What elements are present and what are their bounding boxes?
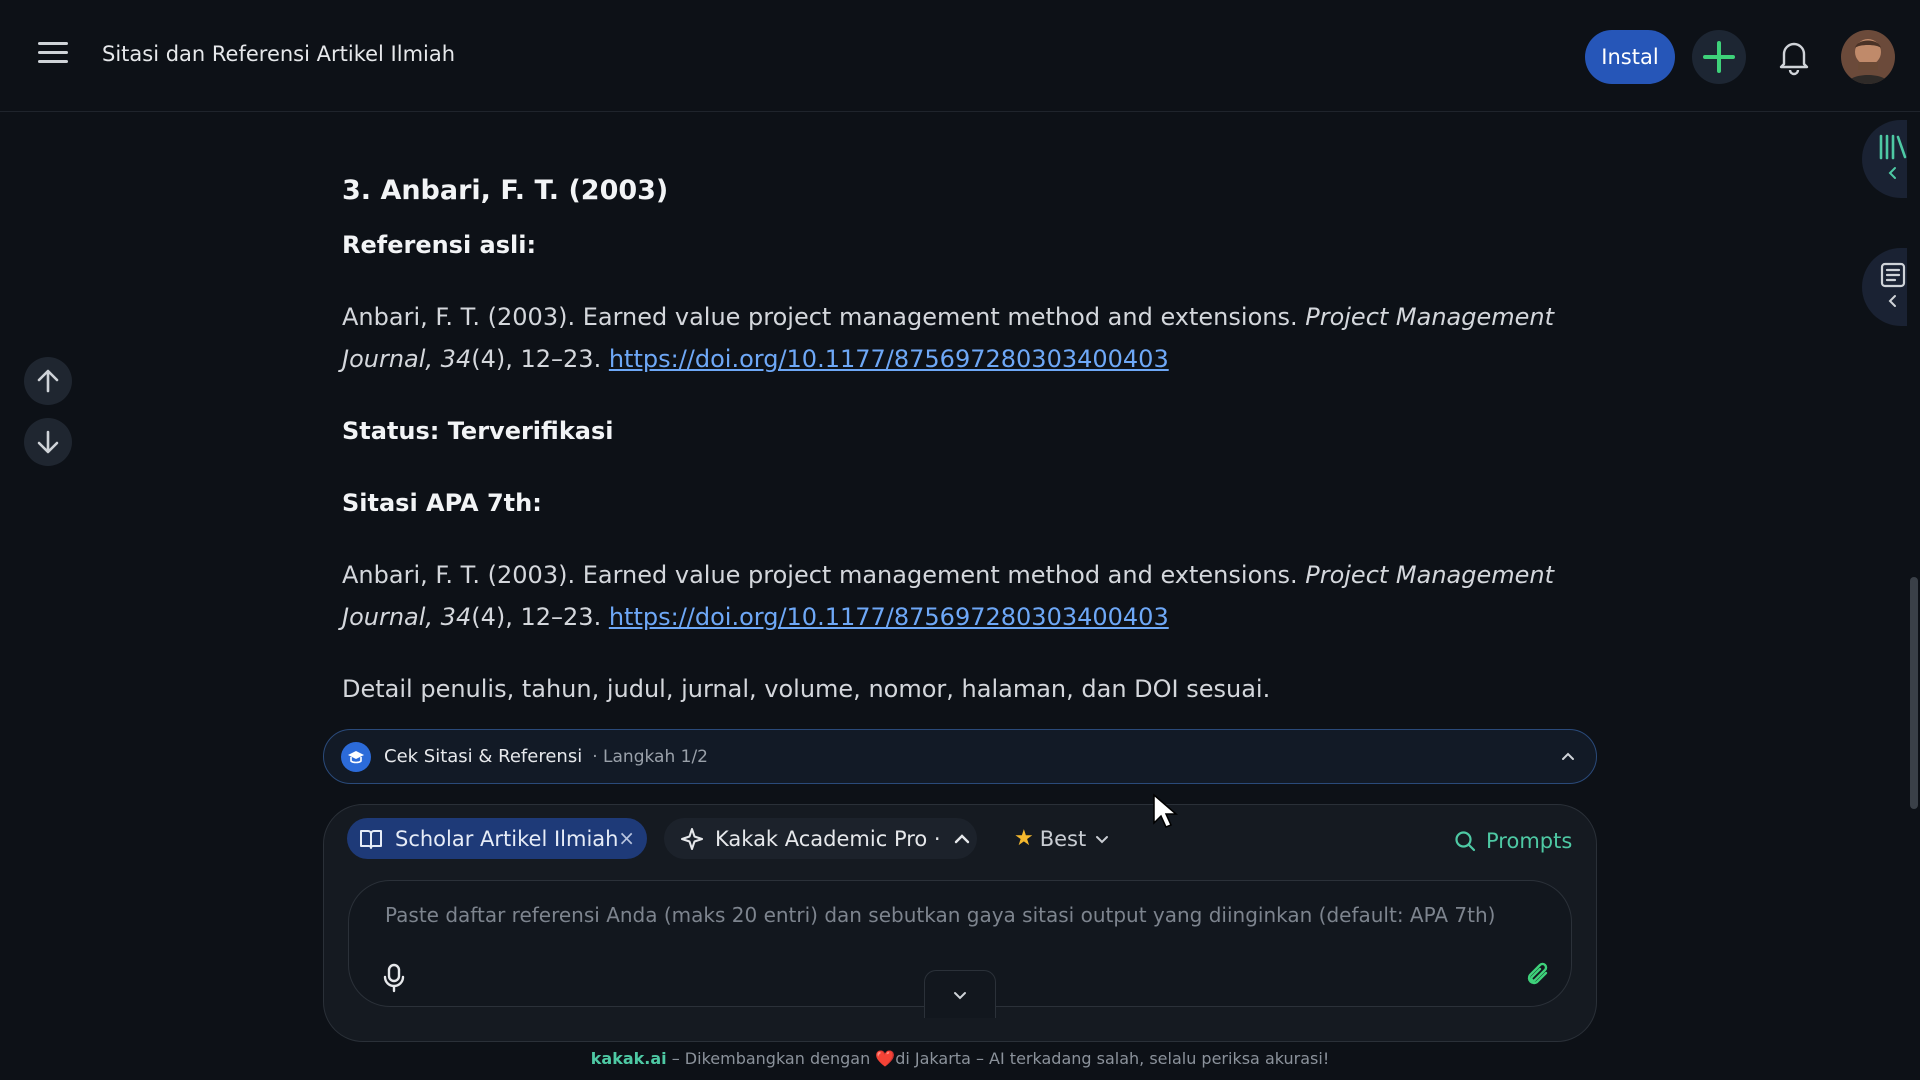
avatar[interactable] [1841, 30, 1895, 84]
scroll-document-icon [1880, 262, 1906, 288]
original-reference-label: Referensi asli: [342, 231, 537, 259]
arrow-down-icon [37, 430, 59, 454]
model-label: Kakak Academic Pro · [715, 826, 941, 851]
chevron-up-icon [954, 833, 969, 843]
doi-link[interactable]: https://doi.org/10.1177/8756972803034004… [609, 603, 1169, 631]
star-icon: ★ [1014, 826, 1034, 851]
graduation-cap-icon [341, 741, 371, 772]
prompts-button[interactable]: Prompts [1454, 820, 1579, 861]
status-label: Status: Terverifikasi [342, 417, 614, 445]
library-icon [1879, 134, 1907, 160]
chat-message-content: 3. Anbari, F. T. (2003) Referensi asli: … [342, 170, 1562, 740]
arrow-up-icon [37, 369, 59, 393]
reference-heading: 3. Anbari, F. T. (2003) [342, 175, 669, 206]
new-chat-button[interactable] [1692, 30, 1746, 84]
install-button[interactable]: Instal [1585, 30, 1675, 84]
detail-note: Detail penulis, tahun, judul, jurnal, vo… [342, 675, 1271, 703]
scholar-chip-label: Scholar Artikel Ilmiah [395, 826, 619, 851]
scroll-up-button[interactable] [24, 357, 72, 405]
notification-button[interactable] [1774, 36, 1814, 76]
sparkle-icon [681, 827, 703, 850]
hamburger-menu-icon[interactable] [38, 42, 68, 66]
apa-label: Sitasi APA 7th: [342, 489, 542, 517]
expand-input-button[interactable] [924, 970, 996, 1018]
message-placeholder: Paste daftar referensi Anda (maks 20 ent… [385, 903, 1496, 927]
scrollbar-thumb[interactable] [1910, 577, 1918, 809]
chevron-left-icon [1888, 295, 1896, 307]
chevron-down-icon [1096, 835, 1109, 843]
chevron-down-icon [954, 991, 966, 999]
chevron-left-icon [1888, 167, 1896, 179]
paperclip-icon[interactable] [1526, 961, 1552, 989]
step-title: Cek Sitasi & Referensi [384, 746, 583, 767]
plus-icon [1703, 41, 1735, 73]
mouse-cursor-icon [1153, 793, 1178, 828]
quality-selector[interactable]: ★ Best [1004, 818, 1134, 859]
search-icon [1455, 830, 1476, 851]
quality-label: Best [1039, 826, 1087, 851]
bell-icon [1779, 42, 1809, 76]
book-icon [360, 829, 382, 849]
close-icon[interactable]: × [618, 826, 635, 850]
prompts-label: Prompts [1486, 828, 1573, 853]
page-title: Sitasi dan Referensi Artikel Ilmiah [102, 42, 456, 66]
workflow-step-bar[interactable]: Cek Sitasi & Referensi · Langkah 1/2 [323, 729, 1597, 784]
scholar-mode-chip[interactable]: Scholar Artikel Ilmiah × [347, 818, 647, 859]
chevron-up-icon[interactable] [1558, 746, 1578, 766]
top-bar: Sitasi dan Referensi Artikel Ilmiah Inst… [0, 0, 1920, 112]
model-selector[interactable]: Kakak Academic Pro · [664, 818, 977, 859]
step-progress: · Langkah 1/2 [592, 746, 708, 767]
doi-link[interactable]: https://doi.org/10.1177/8756972803034004… [609, 345, 1169, 373]
footer-disclaimer: kakak.ai – Dikembangkan dengan ❤️di Jaka… [590, 1049, 1330, 1068]
microphone-icon[interactable] [382, 963, 406, 993]
brand-link[interactable]: kakak.ai [591, 1049, 667, 1068]
heart-icon: ❤️ [875, 1049, 896, 1068]
scroll-down-button[interactable] [24, 418, 72, 466]
original-reference-text: Anbari, F. T. (2003). Earned value proje… [342, 303, 1555, 373]
apa-citation-text: Anbari, F. T. (2003). Earned value proje… [342, 561, 1555, 631]
scrollbar[interactable] [1907, 112, 1920, 1080]
